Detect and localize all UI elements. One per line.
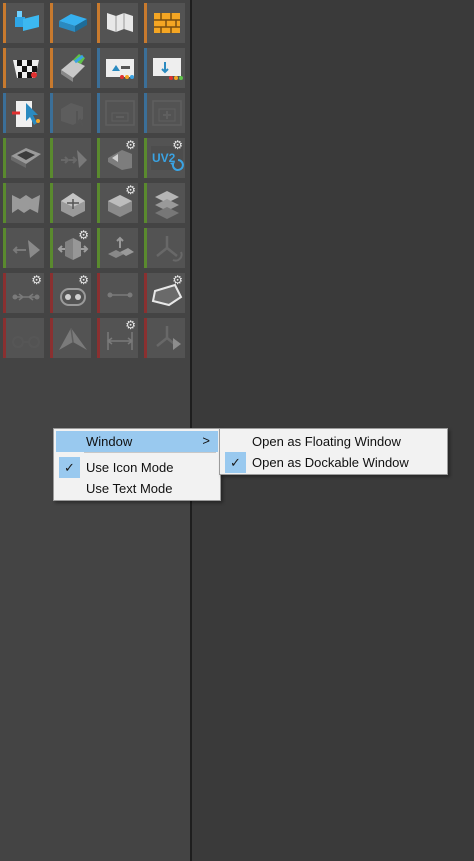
straighten-edge-tool-button[interactable] [97, 273, 138, 313]
window-submenu: Open as Floating Window ✓ Open as Dockab… [219, 428, 448, 475]
distance-measure-tool-button[interactable]: ⚙ [97, 318, 138, 358]
pin-vertex-tool-button[interactable]: ⚙ [50, 273, 91, 313]
checker-map-tool-button[interactable] [3, 48, 44, 88]
stack-shells-icon [155, 191, 179, 219]
menu-item-window-label: Window [86, 434, 133, 449]
planar-map-tool-button[interactable] [50, 3, 91, 43]
menu-item-open-floating-label: Open as Floating Window [252, 434, 401, 449]
planar-map-icon [59, 14, 87, 32]
weld-uv-icon [12, 240, 40, 258]
menu-item-use-icon-mode[interactable]: ✓ Use Icon Mode [56, 457, 218, 478]
split-edge-tool-button[interactable] [144, 228, 185, 268]
straighten-edge-icon [107, 292, 133, 298]
gear-icon: ⚙ [172, 138, 183, 152]
brick-pattern-icon [154, 13, 180, 33]
uv-channel-icon [153, 58, 183, 80]
gear-icon: ⚙ [125, 318, 136, 332]
menu-separator [84, 452, 216, 453]
select-vertex-tool-button[interactable] [3, 93, 44, 133]
constraint-icon [12, 336, 40, 348]
split-branch-tool-button[interactable] [144, 318, 185, 358]
cylinder-unwrap-tool-button[interactable] [97, 3, 138, 43]
load-uv-tool-button[interactable] [97, 48, 138, 88]
checkmark-icon: ✓ [59, 457, 80, 478]
add-seam-icon [152, 100, 182, 126]
uv-channel-tool-button[interactable] [144, 48, 185, 88]
gear-icon: ⚙ [31, 273, 42, 287]
gear-icon: ⚙ [172, 273, 183, 287]
cylinder-unwrap-icon [107, 13, 133, 32]
load-uv-icon [106, 59, 134, 79]
stitch-uv-tool-button[interactable]: ⚙ [50, 228, 91, 268]
pelt-settings-tool-button[interactable]: ⚙ [97, 183, 138, 223]
menu-item-window[interactable]: Window > [56, 431, 218, 452]
remove-seam-tool-button[interactable] [97, 93, 138, 133]
gear-icon: ⚙ [125, 138, 136, 152]
break-uv-tool-button[interactable] [97, 228, 138, 268]
select-face-tool-button[interactable] [50, 93, 91, 133]
fold-map-tool-button[interactable] [3, 183, 44, 223]
menu-item-use-text-mode-label: Use Text Mode [86, 481, 173, 496]
checker-map-icon [13, 60, 39, 78]
pelt-cube-icon [61, 193, 85, 217]
paint-brush-tool-button[interactable] [50, 48, 91, 88]
chevron-right-icon: > [202, 433, 210, 448]
context-menu: Window > ✓ Use Icon Mode Use Text Mode [53, 428, 221, 501]
gear-icon: ⚙ [78, 228, 89, 242]
menu-item-use-icon-mode-label: Use Icon Mode [86, 460, 174, 475]
brick-pattern-tool-button[interactable] [144, 3, 185, 43]
peel-arrows-tool-button[interactable] [50, 138, 91, 178]
flatten-uv-icon [11, 148, 41, 168]
relax-uv-tool-button[interactable]: ⚙ [97, 138, 138, 178]
peel-arrows-icon [61, 150, 87, 168]
fold-wing-tool-button[interactable] [50, 318, 91, 358]
checkmark-icon: ✓ [225, 452, 246, 473]
weld-uv-tool-button[interactable] [3, 228, 44, 268]
shape-outline-tool-button[interactable]: ⚙ [144, 273, 185, 313]
gear-icon: ⚙ [78, 273, 89, 287]
uv2-channel-tool-button[interactable]: UV2 ⚙ [144, 138, 185, 178]
menu-item-open-floating[interactable]: Open as Floating Window [222, 431, 445, 452]
add-seam-tool-button[interactable] [144, 93, 185, 133]
break-uv-icon [108, 236, 134, 258]
split-branch-icon [156, 326, 181, 350]
box-map-icon [15, 11, 39, 31]
split-edge-icon [156, 236, 183, 262]
fold-wing-icon [59, 327, 87, 350]
stack-shells-tool-button[interactable] [144, 183, 185, 223]
menu-item-open-dockable-label: Open as Dockable Window [252, 455, 409, 470]
gear-icon: ⚙ [125, 183, 136, 197]
select-vertex-icon [12, 101, 40, 127]
flatten-uv-tool-button[interactable] [3, 138, 44, 178]
constraint-tool-button[interactable] [3, 318, 44, 358]
box-map-tool-button[interactable] [3, 3, 44, 43]
align-vertex-tool-button[interactable]: ⚙ [3, 273, 44, 313]
menu-item-open-dockable[interactable]: ✓ Open as Dockable Window [222, 452, 445, 473]
remove-seam-icon [105, 100, 135, 126]
paint-brush-icon [61, 54, 85, 82]
select-face-icon [61, 103, 84, 127]
fold-map-icon [12, 195, 40, 213]
menu-item-use-text-mode[interactable]: Use Text Mode [56, 478, 218, 499]
pelt-cube-tool-button[interactable] [50, 183, 91, 223]
